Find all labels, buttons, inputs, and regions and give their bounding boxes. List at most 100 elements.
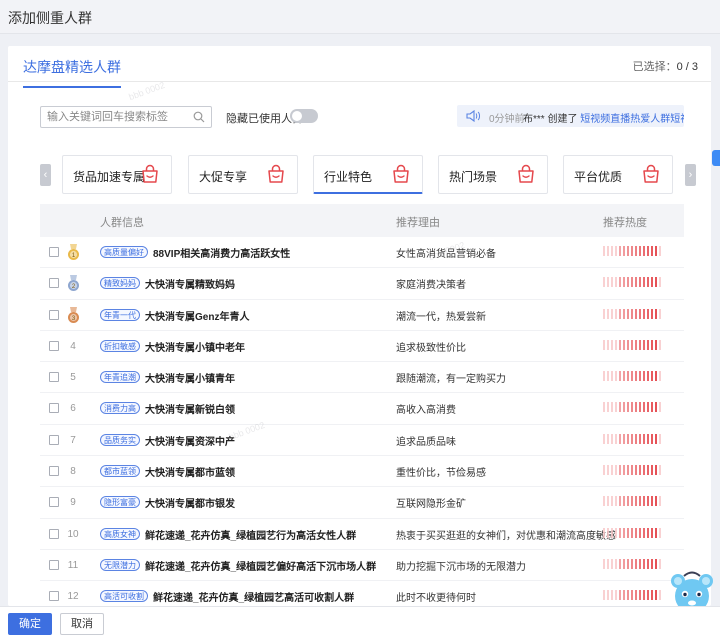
- heat-bar: [623, 496, 625, 507]
- heat-bar: [643, 277, 645, 288]
- heat-bar: [655, 402, 657, 413]
- carousel-next-button[interactable]: ›: [685, 164, 696, 186]
- crowd-reason: 女性高消货品营销必备: [396, 249, 496, 260]
- table-row[interactable]: 10 高质女神 鲜花速递_花卉仿真_绿植园艺行为高活女性人群 热衷于买买逛逛的女神们，…: [40, 519, 684, 550]
- table-row[interactable]: 7 品质务实 大快消专属资深中产 追求品质品味: [40, 425, 684, 457]
- heat-meter: [603, 308, 661, 319]
- heat-bar: [651, 433, 653, 444]
- row-checkbox[interactable]: [49, 247, 59, 257]
- crowd-reason: 高收入高消费: [396, 405, 456, 417]
- heat-bar: [659, 527, 661, 538]
- search-input[interactable]: [41, 107, 186, 127]
- row-checkbox[interactable]: [49, 309, 59, 320]
- table-row[interactable]: 9 隐形富豪 大快消专属都市银发 互联网隐形金矿: [40, 487, 684, 519]
- row-checkbox[interactable]: [49, 340, 59, 351]
- heat-bar: [623, 308, 625, 319]
- heat-bar: [639, 246, 641, 256]
- table-row[interactable]: 11 无限潜力 鲜花速递_花卉仿真_绿植园艺偏好高活下沉市场人群 助力挖掘下沉市场的无…: [40, 550, 684, 582]
- heat-bar: [655, 246, 657, 256]
- table-row[interactable]: 8 都市蓝领 大快消专属都市蓝领 重性价比，节俭易感: [40, 456, 684, 488]
- row-rank: 8: [70, 466, 76, 478]
- dialog-footer: 确定 取消: [0, 606, 720, 640]
- table-row[interactable]: 2 精致妈妈 大快消专属精致妈妈 家庭消费决策者: [40, 268, 684, 300]
- row-checkbox[interactable]: [49, 403, 59, 414]
- heat-bar: [611, 402, 613, 413]
- heat-bar: [619, 339, 621, 350]
- search-icon[interactable]: [193, 111, 205, 123]
- heat-bar: [639, 371, 641, 382]
- heat-bar: [647, 433, 649, 444]
- table-row[interactable]: 12 高活可收割 鲜花速递_花卉仿真_绿植园艺高活可收割人群 此时不收更待何时: [40, 581, 684, 606]
- heat-bar: [639, 433, 641, 444]
- watermark: bbb 0002: [127, 79, 167, 103]
- heat-meter: [603, 590, 661, 601]
- category-card[interactable]: 大促专享: [188, 155, 298, 194]
- heat-meter: [603, 433, 661, 444]
- row-rank: 7: [70, 434, 76, 446]
- dialog-header: 添加侧重人群: [0, 0, 720, 34]
- heat-bar: [635, 339, 637, 350]
- shopping-bag-icon: [518, 164, 534, 183]
- heat-bar: [639, 590, 641, 601]
- heat-bar: [639, 465, 641, 476]
- notice-time: 0分钟前: [489, 114, 525, 125]
- heat-bar: [643, 433, 645, 444]
- heat-meter: [603, 246, 661, 256]
- row-checkbox[interactable]: [49, 372, 59, 383]
- heat-meter: [603, 277, 661, 288]
- heat-bar: [659, 433, 661, 444]
- side-float-tab[interactable]: [712, 150, 720, 166]
- heat-bar: [655, 527, 657, 538]
- crowd-name: 大快消专属资深中产: [145, 436, 235, 448]
- tab-damopan-selected[interactable]: 达摩盘精选人群: [23, 57, 121, 88]
- table-row[interactable]: 5 年青追潮 大快消专属小镇青年 跟随潮流，有一定购买力: [40, 362, 684, 394]
- row-checkbox[interactable]: [49, 528, 59, 539]
- row-checkbox[interactable]: [49, 434, 59, 445]
- table-row[interactable]: 3 年青一代 大快消专属Genz年青人 潮流一代，热爱尝新: [40, 300, 684, 331]
- category-card[interactable]: 货品加速专属: [62, 155, 172, 194]
- heat-bar: [603, 496, 605, 507]
- category-card[interactable]: 平台优质: [563, 155, 673, 194]
- row-checkbox[interactable]: [49, 559, 59, 570]
- heat-bar: [607, 339, 609, 350]
- row-checkbox[interactable]: [49, 497, 59, 508]
- selected-count: 已选择：0 / 3: [633, 58, 698, 74]
- selected-label: 已选择：: [632, 61, 677, 73]
- heat-bar: [643, 558, 645, 569]
- heat-bar: [659, 308, 661, 319]
- row-rank: 5: [70, 372, 76, 384]
- heat-bar: [635, 465, 637, 476]
- cancel-button[interactable]: 取消: [60, 613, 104, 635]
- heat-bar: [651, 246, 653, 256]
- category-card[interactable]: 行业特色: [313, 155, 423, 194]
- notice-link[interactable]: 短视频直播热爱人群短视...: [580, 114, 684, 125]
- heat-bar: [623, 339, 625, 350]
- crowd-tag: 高质女神: [100, 527, 140, 540]
- hide-used-toggle[interactable]: [290, 109, 318, 123]
- heat-bar: [643, 308, 645, 319]
- heat-bar: [615, 433, 617, 444]
- heat-bar: [615, 371, 617, 382]
- row-checkbox[interactable]: [49, 278, 59, 289]
- category-label: 平台优质: [574, 170, 623, 184]
- row-checkbox[interactable]: [49, 466, 59, 477]
- row-checkbox[interactable]: [49, 591, 59, 602]
- heat-bar: [619, 465, 621, 476]
- heat-meter: [603, 339, 661, 350]
- category-card[interactable]: 热门场景: [438, 155, 548, 194]
- category-label: 热门场景: [449, 170, 498, 184]
- confirm-button[interactable]: 确定: [8, 613, 52, 635]
- heat-bar: [619, 308, 621, 319]
- heat-bar: [631, 465, 633, 476]
- table-row[interactable]: 1 高质量偏好 88VIP相关高消费力高活跃女性 女性高消货品营销必备: [40, 237, 684, 269]
- heat-bar: [655, 371, 657, 382]
- heat-bar: [659, 371, 661, 382]
- heat-bar: [607, 527, 609, 538]
- heat-bar: [631, 339, 633, 350]
- heat-bar: [619, 496, 621, 507]
- table-row[interactable]: 4 折扣敏感 大快消专属小镇中老年 追求极致性价比: [40, 331, 684, 363]
- table-row[interactable]: 6 消费力高 大快消专属新锐白领 高收入高消费: [40, 393, 684, 425]
- main-panel: 达摩盘精选人群 已选择：0 / 3 隐藏已使用人群 0分钟前 布*** 创建了 …: [8, 46, 711, 606]
- heat-bar: [631, 558, 633, 569]
- carousel-prev-button[interactable]: ‹: [40, 164, 51, 186]
